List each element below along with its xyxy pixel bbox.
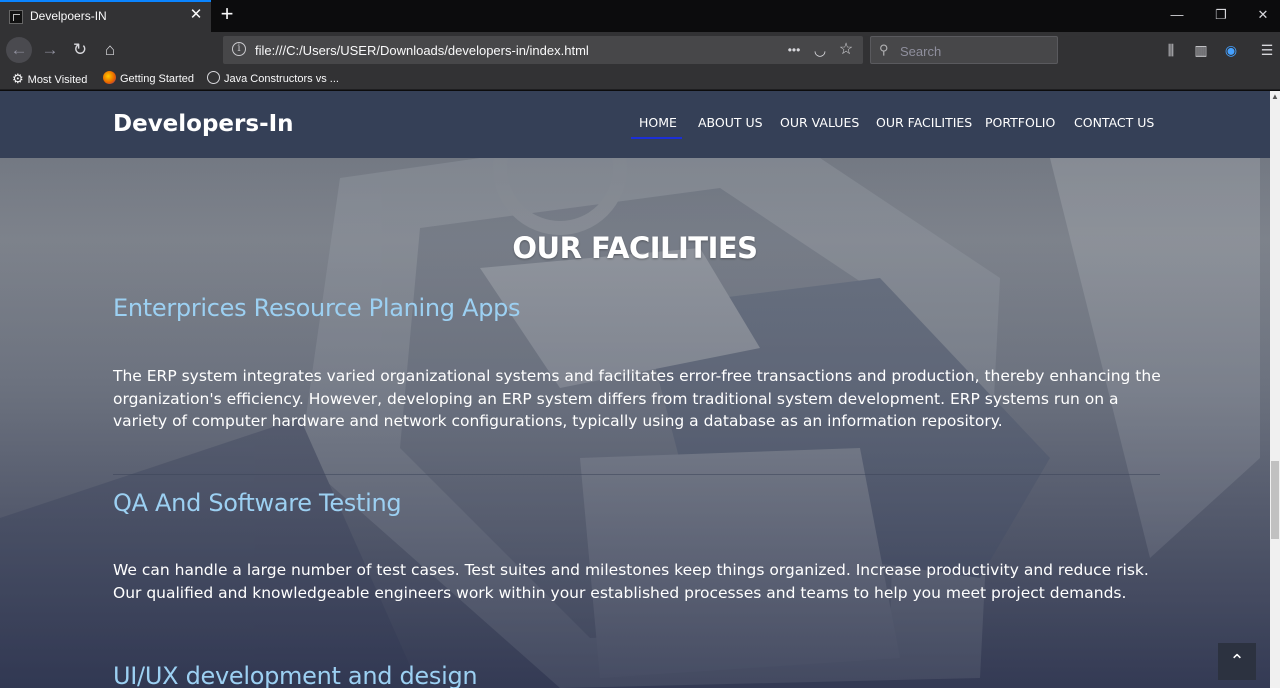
section-title: OUR FACILITIES xyxy=(512,231,758,265)
page-scrollbar[interactable]: ▲ xyxy=(1270,91,1280,688)
bookmark-getting-started[interactable]: Getting Started xyxy=(103,71,194,87)
account-icon[interactable]: ◉ xyxy=(1220,39,1242,61)
minimize-window-button[interactable]: — xyxy=(1164,4,1190,26)
url-text[interactable]: file:///C:/Users/USER/Downloads/develope… xyxy=(255,43,589,58)
home-button[interactable]: ⌂ xyxy=(97,37,123,63)
tab-strip: Develpoers-IN ✕ + — ❐ ✕ xyxy=(0,0,1280,32)
firefox-icon xyxy=(103,71,116,84)
nav-link-contact-us[interactable]: CONTACT US xyxy=(1074,115,1154,130)
bookmarks-toolbar: ⚙ Most Visited Getting Started Java Const… xyxy=(0,68,1280,90)
nav-link-home[interactable]: HOME xyxy=(639,115,677,130)
pocket-icon[interactable]: ◡ xyxy=(810,41,830,59)
close-window-button[interactable]: ✕ xyxy=(1250,4,1276,26)
bookmark-java-constructors[interactable]: Java Constructors vs ... xyxy=(207,71,339,87)
active-nav-indicator xyxy=(631,137,682,139)
scroll-up-arrow-icon[interactable]: ▲ xyxy=(1271,93,1279,101)
site-info-icon[interactable]: i xyxy=(232,42,246,56)
search-icon: ⚲ xyxy=(879,42,889,57)
tab-title: Develpoers-IN xyxy=(30,9,107,23)
sidebar-icon[interactable]: ▥ xyxy=(1190,39,1212,61)
facility-description: We can handle a large number of test cas… xyxy=(113,561,1149,602)
nav-link-portfolio[interactable]: PORTFOLIO xyxy=(985,115,1055,130)
globe-icon xyxy=(207,71,220,84)
facility-title: Enterprices Resource Planing Apps xyxy=(113,294,521,322)
forward-button[interactable]: → xyxy=(37,37,63,63)
new-tab-button[interactable]: + xyxy=(217,3,237,27)
library-icon[interactable]: ⫼ xyxy=(1160,39,1182,61)
search-bar[interactable]: ⚲ Search xyxy=(870,36,1058,64)
bookmark-label: Java Constructors vs ... xyxy=(224,73,339,85)
nav-link-our-facilities[interactable]: OUR FACILITIES xyxy=(876,115,972,130)
browser-tab-active[interactable]: Develpoers-IN ✕ xyxy=(0,0,211,32)
web-page: Developers-In HOME ABOUT US OUR VALUES O… xyxy=(0,91,1280,688)
bookmark-most-visited[interactable]: ⚙ Most Visited xyxy=(12,71,87,87)
tab-favicon-icon xyxy=(9,10,23,24)
back-to-top-button[interactable]: ⌃ xyxy=(1218,643,1256,680)
site-logo[interactable]: Developers-In xyxy=(113,111,294,137)
bookmark-star-icon[interactable]: ☆ xyxy=(836,41,856,59)
facility-title: QA And Software Testing xyxy=(113,489,402,517)
back-button[interactable]: ← xyxy=(6,37,32,63)
page-actions-icon[interactable]: ••• xyxy=(784,41,804,59)
facility-description: The ERP system integrates varied organiz… xyxy=(113,367,1161,430)
gear-icon: ⚙ xyxy=(12,71,24,86)
search-input[interactable]: Search xyxy=(900,44,941,59)
section-divider xyxy=(113,474,1160,475)
reload-button[interactable]: ↻ xyxy=(67,37,93,63)
menu-icon[interactable]: ☰ xyxy=(1256,39,1278,61)
bookmark-label: Most Visited xyxy=(27,74,88,86)
tab-close-icon[interactable]: ✕ xyxy=(188,6,204,24)
navigation-toolbar: ← → ↻ ⌂ i file:///C:/Users/USER/Download… xyxy=(0,32,1280,68)
nav-link-about-us[interactable]: ABOUT US xyxy=(698,115,763,130)
url-bar[interactable]: i file:///C:/Users/USER/Downloads/develo… xyxy=(223,36,863,64)
bookmark-label: Getting Started xyxy=(120,73,194,85)
site-header: Developers-In HOME ABOUT US OUR VALUES O… xyxy=(0,91,1270,158)
facility-title: UI/UX development and design xyxy=(113,662,478,688)
scrollbar-thumb[interactable] xyxy=(1271,461,1279,539)
restore-window-button[interactable]: ❐ xyxy=(1208,4,1234,26)
nav-link-our-values[interactable]: OUR VALUES xyxy=(780,115,859,130)
